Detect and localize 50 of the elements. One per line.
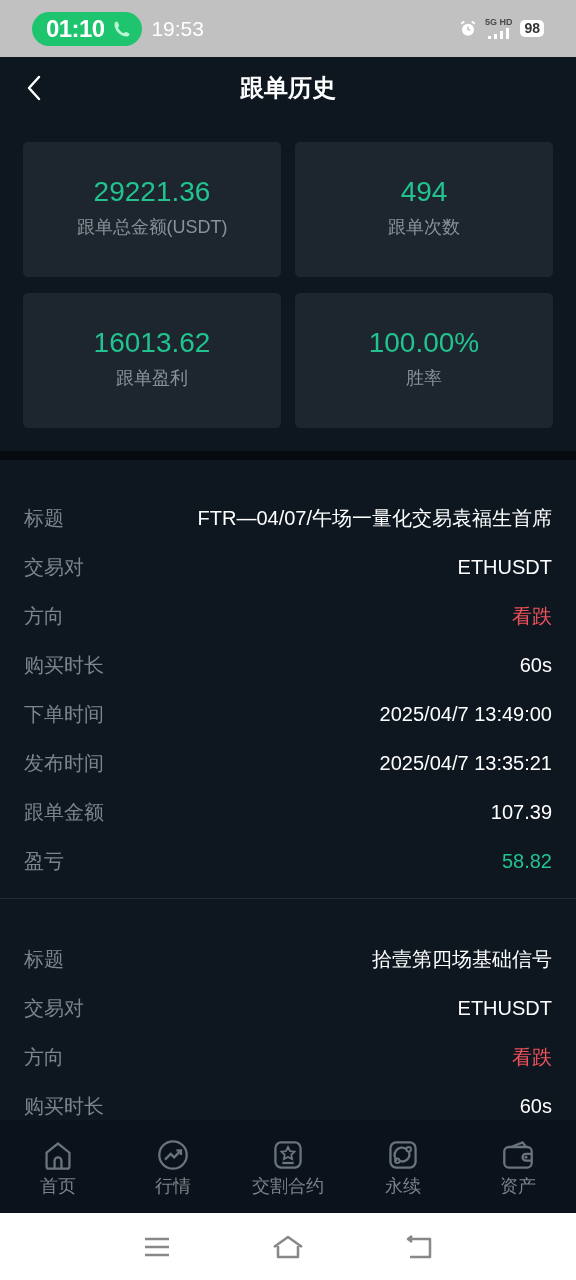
tab-bar-item[interactable]: 首页 <box>0 1120 116 1213</box>
field-value: 107.39 <box>490 799 552 825</box>
field-label: 购买时长 <box>24 1093 104 1119</box>
field-label: 发布时间 <box>24 750 104 776</box>
field-label: 跟单金额 <box>24 799 104 825</box>
field-label: 方向 <box>24 603 64 629</box>
network-label: 5G HD <box>484 18 513 27</box>
alarm-icon <box>458 19 477 38</box>
field-label: 盈亏 <box>24 848 64 874</box>
tab-bar-item[interactable]: 行情 <box>115 1120 231 1213</box>
tab-bar-item[interactable]: 永续 <box>345 1120 461 1213</box>
stat-label: 胜率 <box>406 367 442 390</box>
back-icon <box>406 1234 432 1259</box>
field-label: 标题 <box>24 946 64 972</box>
trend-chart-icon <box>156 1138 189 1171</box>
tab-bar-item[interactable]: 交割合约 <box>230 1120 346 1213</box>
stat-label: 跟单盈利 <box>116 367 188 390</box>
field-label: 交易对 <box>24 554 84 580</box>
field-label: 方向 <box>24 1044 64 1070</box>
field-value: ETHUSDT <box>457 554 552 580</box>
field-label: 交易对 <box>24 995 84 1021</box>
field-value: 拾壹第四场基础信号 <box>372 946 552 972</box>
stat-label: 跟单次数 <box>388 216 460 239</box>
wallet-icon <box>502 1138 535 1171</box>
field-value: ETHUSDT <box>457 995 552 1021</box>
home-icon <box>272 1234 304 1259</box>
stat-value: 100.00% <box>368 329 480 357</box>
stat-value: 494 <box>400 178 448 206</box>
field-value: FTR—04/07/午场一量化交易袁福生首席 <box>197 505 552 531</box>
field-value: 2025/04/7 13:49:00 <box>379 701 552 727</box>
field-label: 下单时间 <box>24 701 104 727</box>
battery-indicator: 98 <box>520 20 544 37</box>
tab-bar-item[interactable]: 资产 <box>460 1120 576 1213</box>
orbit-icon <box>387 1138 420 1171</box>
field-value: 2025/04/7 13:35:21 <box>379 750 552 776</box>
page-title: 跟单历史 <box>240 73 336 103</box>
stat-label: 跟单总金额(USDT) <box>76 216 228 239</box>
stat-value: 16013.62 <box>93 329 211 357</box>
field-value: 看跌 <box>512 603 552 629</box>
field-value: 60s <box>519 1093 552 1119</box>
clock-time: 19:53 <box>151 15 204 42</box>
field-value: 看跌 <box>512 1044 552 1070</box>
stat-value: 29221.36 <box>93 178 211 206</box>
call-timer: 01:10 <box>46 13 105 44</box>
field-value: 58.82 <box>501 848 552 874</box>
field-value: 60s <box>519 652 552 678</box>
menu-icon <box>144 1236 170 1257</box>
field-label: 标题 <box>24 505 64 531</box>
back-icon <box>26 75 42 101</box>
field-label: 购买时长 <box>24 652 104 678</box>
